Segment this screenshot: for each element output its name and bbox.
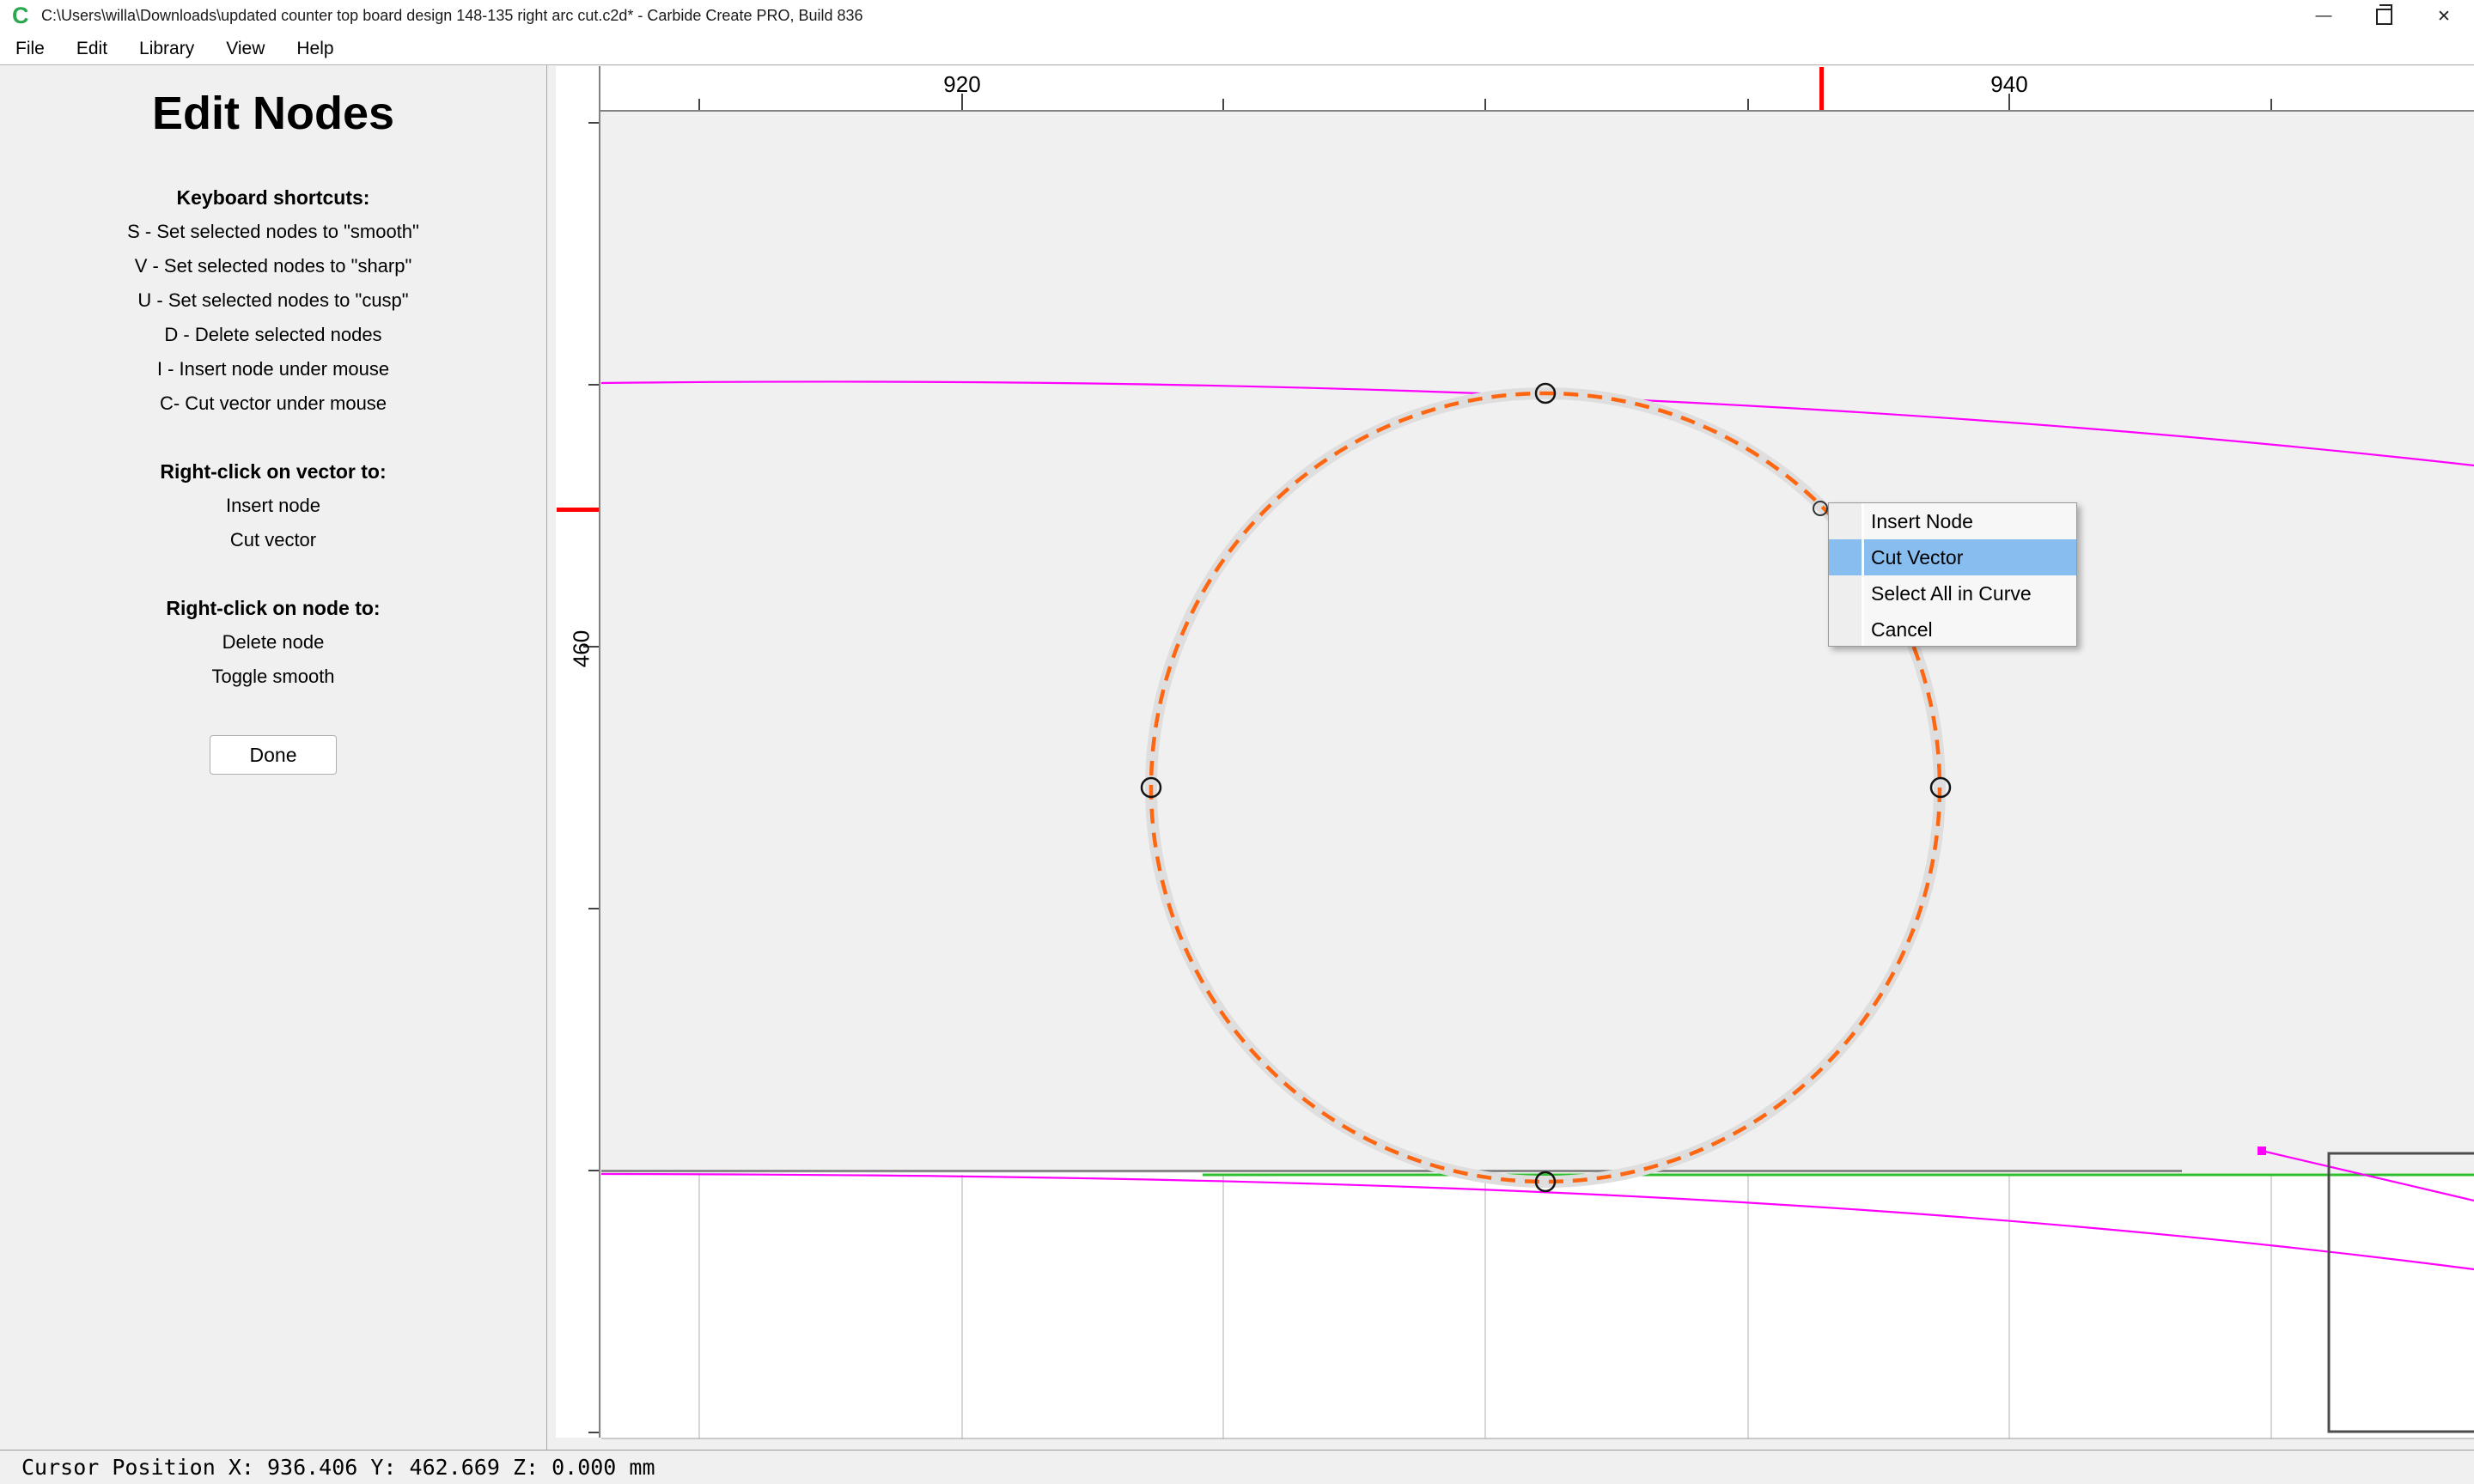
minimize-icon: — bbox=[2316, 7, 2332, 26]
status-bar: Cursor Position X: 936.406 Y: 462.669 Z:… bbox=[0, 1450, 2474, 1484]
application-window: C C:\Users\willa\Downloads\updated count… bbox=[0, 0, 2474, 1484]
panel-title: Edit Nodes bbox=[0, 88, 546, 139]
context-menu-item-insert-node[interactable]: Insert Node bbox=[1829, 503, 2076, 539]
minimize-button[interactable]: — bbox=[2294, 0, 2354, 33]
ruler-vertical: 460 bbox=[556, 66, 600, 1438]
window-controls: —✕ bbox=[2294, 0, 2474, 33]
ruler-horizontal: 920 940 bbox=[556, 66, 2474, 112]
cursor-position-mark-vertical bbox=[557, 508, 599, 512]
ruler-tick bbox=[1484, 99, 1486, 110]
grid-lines bbox=[699, 1175, 2271, 1439]
title-bar: C C:\Users\willa\Downloads\updated count… bbox=[0, 0, 2474, 33]
ruler-tick bbox=[588, 908, 599, 909]
ruler-label: 940 bbox=[1975, 71, 2044, 98]
help-line: U - Set selected nodes to "cusp" bbox=[0, 283, 546, 318]
ruler-label: 920 bbox=[928, 71, 996, 98]
help-line: C- Cut vector under mouse bbox=[0, 386, 546, 421]
edit-nodes-panel: Edit Nodes Keyboard shortcuts:S - Set se… bbox=[0, 65, 547, 1450]
ruler-tick bbox=[698, 99, 700, 110]
menu-help[interactable]: Help bbox=[296, 39, 333, 59]
menu-view[interactable]: View bbox=[226, 39, 265, 59]
section-heading: Right-click on vector to: bbox=[0, 454, 546, 489]
section-heading: Keyboard shortcuts: bbox=[0, 180, 546, 215]
app-logo-icon: C bbox=[12, 3, 29, 29]
ruler-tick bbox=[1747, 99, 1749, 110]
design-viewport[interactable] bbox=[601, 112, 2474, 1439]
context-menu: Insert NodeCut VectorSelect All in Curve… bbox=[1828, 502, 2077, 647]
help-line: Cut vector bbox=[0, 523, 546, 557]
outside-stock-region bbox=[601, 112, 2474, 1173]
menu-file[interactable]: File bbox=[15, 39, 45, 59]
close-button[interactable]: ✕ bbox=[2414, 0, 2474, 33]
section-heading: Right-click on node to: bbox=[0, 591, 546, 625]
ruler-tick bbox=[588, 1170, 599, 1171]
done-button[interactable]: Done bbox=[210, 735, 337, 775]
ruler-label: 460 bbox=[569, 615, 595, 684]
help-line: I - Insert node under mouse bbox=[0, 352, 546, 386]
ruler-tick bbox=[2270, 99, 2272, 110]
help-line: Toggle smooth bbox=[0, 660, 546, 694]
restore-button[interactable] bbox=[2354, 0, 2414, 33]
restore-icon bbox=[2376, 9, 2392, 25]
menu-library[interactable]: Library bbox=[139, 39, 194, 59]
magenta-endpoint-marker[interactable] bbox=[2258, 1146, 2266, 1155]
ruler-tick bbox=[1222, 99, 1224, 110]
context-menu-item-select-all-in-curve[interactable]: Select All in Curve bbox=[1829, 575, 2076, 611]
context-menu-separator bbox=[1862, 503, 1864, 646]
context-menu-item-cut-vector[interactable]: Cut Vector bbox=[1829, 539, 2076, 575]
ruler-tick bbox=[588, 122, 599, 124]
panel-help-sections: Keyboard shortcuts:S - Set selected node… bbox=[0, 180, 546, 694]
window-title: C:\Users\willa\Downloads\updated counter… bbox=[41, 7, 863, 25]
help-line: Insert node bbox=[0, 489, 546, 523]
context-menu-item-cancel[interactable]: Cancel bbox=[1829, 611, 2076, 648]
cursor-position-mark-horizontal bbox=[1819, 67, 1824, 110]
close-icon: ✕ bbox=[2437, 7, 2451, 27]
menu-edit[interactable]: Edit bbox=[76, 39, 107, 59]
ruler-tick bbox=[588, 384, 599, 386]
canvas-area: 920 940 460 bbox=[547, 65, 2474, 1450]
ruler-tick bbox=[588, 1432, 599, 1433]
help-line: Delete node bbox=[0, 625, 546, 660]
menu-bar: File Edit Library View Help bbox=[0, 33, 2474, 65]
help-line: V - Set selected nodes to "sharp" bbox=[0, 249, 546, 283]
help-line: D - Delete selected nodes bbox=[0, 318, 546, 352]
help-line: S - Set selected nodes to "smooth" bbox=[0, 215, 546, 249]
cursor-position-readout: Cursor Position X: 936.406 Y: 462.669 Z:… bbox=[21, 1455, 655, 1480]
